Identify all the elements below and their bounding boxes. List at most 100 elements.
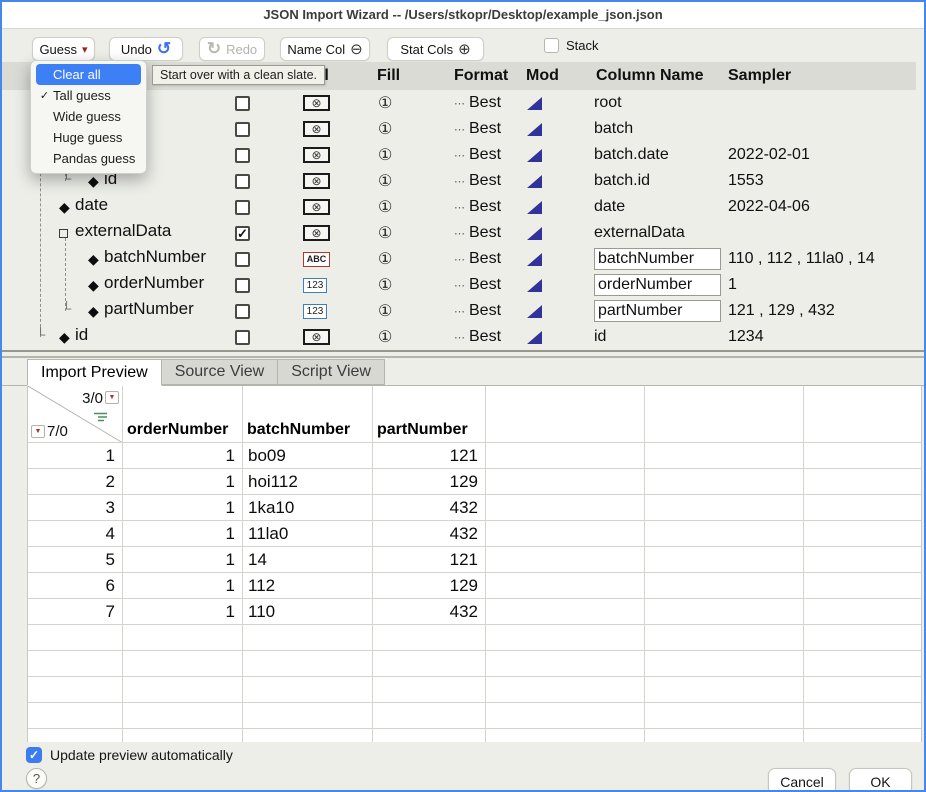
modeling-type-icon[interactable]: [527, 279, 542, 292]
new-column-checkbox[interactable]: [235, 148, 250, 163]
new-column-checkbox[interactable]: [235, 96, 250, 111]
tab-import-preview[interactable]: Import Preview: [27, 359, 162, 386]
columns-dropdown-button[interactable]: ▼: [105, 391, 119, 404]
no-column-icon[interactable]: ⊗: [303, 121, 330, 137]
new-column-checkbox[interactable]: ✓: [235, 226, 250, 241]
format-selector[interactable]: ⋯ Best: [447, 168, 522, 194]
fill-icon[interactable]: ①: [378, 223, 392, 243]
format-selector[interactable]: ⋯ Best: [447, 90, 522, 116]
tree-node[interactable]: externalData: [2, 220, 232, 246]
rows-dropdown-button[interactable]: ▼: [31, 425, 45, 438]
modeling-type-icon[interactable]: [527, 331, 542, 344]
fill-icon[interactable]: ①: [378, 275, 392, 295]
format-value: Best: [469, 198, 501, 216]
format-selector[interactable]: ⋯ Best: [447, 246, 522, 272]
no-column-icon[interactable]: ⊗: [303, 147, 330, 163]
modeling-type-icon[interactable]: [527, 123, 542, 136]
preview-cell-empty: [645, 573, 804, 599]
modeling-type-icon[interactable]: [527, 149, 542, 162]
preview-cell-empty: [645, 677, 804, 703]
column-name-input[interactable]: [594, 274, 721, 296]
preview-row-number: 3: [28, 495, 123, 521]
fill-icon[interactable]: ①: [378, 171, 392, 191]
modeling-type-icon[interactable]: [527, 175, 542, 188]
fill-icon[interactable]: ①: [378, 197, 392, 217]
format-selector[interactable]: ⋯ Best: [447, 324, 522, 350]
sampler-value: 1: [728, 276, 737, 294]
fill-icon[interactable]: ①: [378, 249, 392, 269]
format-selector[interactable]: ⋯ Best: [447, 142, 522, 168]
column-name-input[interactable]: [594, 248, 721, 270]
modeling-type-icon[interactable]: [527, 253, 542, 266]
format-value: Best: [469, 224, 501, 242]
tab-label: Import Preview: [41, 364, 148, 382]
tree-node[interactable]: ◆date: [2, 194, 232, 220]
guess-menu-item-label: Pandas guess: [53, 151, 135, 166]
no-column-icon[interactable]: ⊗: [303, 95, 330, 111]
fill-icon[interactable]: ①: [378, 327, 392, 347]
tab-script-view[interactable]: Script View: [278, 359, 385, 385]
update-preview-checkbox[interactable]: ✓: [26, 747, 42, 763]
format-selector[interactable]: ⋯ Best: [447, 298, 522, 324]
guess-menu-item[interactable]: Wide guess: [36, 106, 141, 127]
tree-node[interactable]: └◆partNumber: [2, 298, 232, 324]
new-column-checkbox[interactable]: [235, 330, 250, 345]
guess-menu-item[interactable]: ✓ Tall guess: [36, 85, 141, 106]
column-name-input[interactable]: [594, 300, 721, 322]
preview-cell-empty: [486, 599, 645, 625]
guess-menu-item[interactable]: Huge guess: [36, 127, 141, 148]
character-column-icon[interactable]: ABC: [303, 252, 330, 267]
name-col-button[interactable]: Name Col ⊖: [280, 37, 370, 61]
tab-bar: Import Preview Source View Script View: [2, 359, 924, 386]
tree-node[interactable]: ◆batchNumber: [2, 246, 232, 272]
new-column-checkbox[interactable]: [235, 122, 250, 137]
undo-button[interactable]: Undo ↺: [109, 37, 183, 61]
preview-cell-batchnumber: hoi112: [243, 469, 373, 495]
sampler-value: 2022-02-01: [728, 146, 810, 164]
format-selector[interactable]: ⋯ Best: [447, 220, 522, 246]
tab-source-view[interactable]: Source View: [162, 359, 279, 385]
no-column-icon[interactable]: ⊗: [303, 173, 330, 189]
modeling-type-icon[interactable]: [527, 97, 542, 110]
fill-icon[interactable]: ①: [378, 93, 392, 113]
preview-row-number: 6: [28, 573, 123, 599]
no-column-icon[interactable]: ⊗: [303, 329, 330, 345]
numeric-column-icon[interactable]: 123: [303, 304, 327, 319]
guess-button[interactable]: Guess ▾: [32, 37, 95, 61]
fill-icon[interactable]: ①: [378, 119, 392, 139]
tree-corner: └: [36, 327, 45, 342]
no-column-icon[interactable]: ⊗: [303, 225, 330, 241]
tree-node[interactable]: ◆orderNumber: [2, 272, 232, 298]
new-column-checkbox[interactable]: [235, 200, 250, 215]
help-button[interactable]: ?: [26, 768, 47, 789]
fill-icon[interactable]: ①: [378, 145, 392, 165]
modeling-type-icon[interactable]: [527, 227, 542, 240]
no-column-icon[interactable]: ⊗: [303, 199, 330, 215]
redo-button[interactable]: ↻ Redo: [199, 37, 265, 61]
format-selector[interactable]: ⋯ Best: [447, 272, 522, 298]
redo-button-label: Redo: [226, 42, 257, 57]
preview-cell-batchnumber: 110: [243, 599, 373, 625]
modeling-type-icon[interactable]: [527, 201, 542, 214]
format-dots-icon: ⋯: [454, 97, 465, 110]
format-selector[interactable]: ⋯ Best: [447, 194, 522, 220]
undo-icon: ↺: [157, 42, 171, 56]
new-column-checkbox[interactable]: [235, 304, 250, 319]
numeric-column-icon[interactable]: 123: [303, 278, 327, 293]
guess-menu-item[interactable]: Pandas guess: [36, 148, 141, 169]
new-column-checkbox[interactable]: [235, 174, 250, 189]
format-value: Best: [469, 302, 501, 320]
stat-cols-button[interactable]: Stat Cols ⊕: [387, 37, 484, 61]
cancel-button[interactable]: Cancel: [768, 768, 836, 792]
new-column-checkbox[interactable]: [235, 252, 250, 267]
preview-cell-ordernumber: 1: [123, 599, 243, 625]
format-selector[interactable]: ⋯ Best: [447, 116, 522, 142]
modeling-type-icon[interactable]: [527, 305, 542, 318]
new-column-checkbox[interactable]: [235, 278, 250, 293]
guess-menu-item[interactable]: Clear all: [36, 64, 141, 85]
stack-checkbox[interactable]: [544, 38, 559, 53]
tree-node[interactable]: └◆id: [2, 324, 232, 350]
update-preview-label: Update preview automatically: [50, 747, 233, 763]
fill-icon[interactable]: ①: [378, 301, 392, 321]
ok-button[interactable]: OK: [849, 768, 912, 792]
